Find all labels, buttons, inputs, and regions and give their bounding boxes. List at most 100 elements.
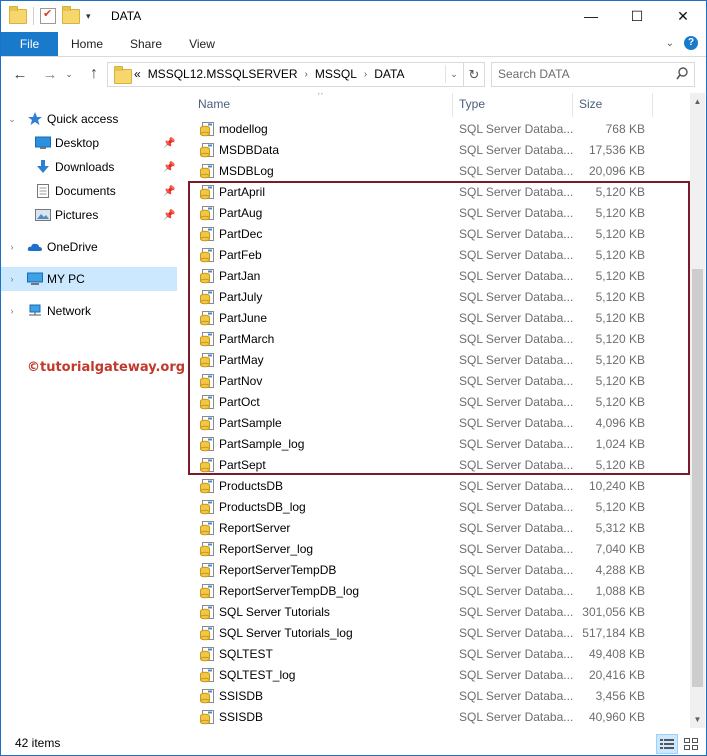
network-icon (29, 304, 41, 316)
table-row[interactable]: PartOct SQL Server Databa... 5,120 KB (184, 392, 689, 413)
nav-item-documents[interactable]: Documents 📌 (1, 179, 177, 203)
table-row[interactable]: SQL Server Tutorials_log SQL Server Datab… (184, 623, 689, 644)
table-row[interactable]: ReportServerTempDB_log SQL Server Databa.… (184, 581, 689, 602)
nav-item-onedrive[interactable]: › OneDrive (1, 235, 177, 259)
table-row[interactable]: ReportServerTempDB SQL Server Databa... 4,… (184, 560, 689, 581)
customize-toolbar-dropdown[interactable]: ▾ (86, 11, 91, 22)
file-name: MSDBLog (219, 164, 274, 178)
scroll-up-icon[interactable]: ▲ (690, 93, 705, 110)
table-row[interactable]: PartFeb SQL Server Databa... 5,120 KB (184, 245, 689, 266)
breadcrumb-item[interactable]: MSSQL12.MSSQLSERVER (148, 67, 298, 81)
table-row[interactable]: PartSample SQL Server Databa... 4,096 KB (184, 413, 689, 434)
pin-icon[interactable]: 📌 (163, 186, 175, 197)
minimize-button[interactable]: — (568, 1, 614, 31)
database-file-icon (200, 437, 214, 452)
recent-locations-dropdown[interactable]: ⌄ (63, 63, 75, 85)
file-type: SQL Server Databa... (459, 122, 574, 136)
tab-file[interactable]: File (1, 32, 58, 56)
column-header-name[interactable]: Name (198, 93, 230, 115)
breadcrumb-overflow[interactable]: « (134, 67, 141, 81)
maximize-button[interactable]: ☐ (614, 1, 660, 31)
table-row[interactable]: PartJuly SQL Server Databa... 5,120 KB (184, 287, 689, 308)
scroll-thumb[interactable] (692, 269, 703, 687)
table-row[interactable]: ReportServer_log SQL Server Databa... 7,04… (184, 539, 689, 560)
large-icons-view-button[interactable] (680, 734, 702, 754)
tab-share[interactable]: Share (119, 32, 173, 56)
table-row[interactable]: PartNov SQL Server Databa... 5,120 KB (184, 371, 689, 392)
nav-item-label: Documents (55, 184, 116, 198)
chevron-right-icon[interactable]: › (305, 69, 308, 80)
breadcrumb-item[interactable]: DATA (374, 67, 404, 81)
pin-icon[interactable]: 📌 (163, 162, 175, 173)
scroll-down-icon[interactable]: ▼ (690, 711, 705, 728)
help-icon[interactable]: ? (684, 36, 698, 50)
back-button[interactable]: ← (9, 63, 31, 85)
file-type: SQL Server Databa... (459, 710, 574, 724)
tab-view[interactable]: View (179, 32, 225, 56)
column-divider[interactable] (452, 93, 453, 117)
table-row[interactable]: ReportServer SQL Server Databa... 5,312 KB (184, 518, 689, 539)
chevron-right-icon[interactable]: › (364, 69, 367, 80)
table-row[interactable]: PartJune SQL Server Databa... 5,120 KB (184, 308, 689, 329)
file-type: SQL Server Databa... (459, 332, 574, 346)
table-row[interactable]: PartDec SQL Server Databa... 5,120 KB (184, 224, 689, 245)
database-file-icon (200, 479, 214, 494)
nav-item-my-pc[interactable]: › MY PC (1, 267, 177, 291)
nav-item-downloads[interactable]: Downloads 📌 (1, 155, 177, 179)
address-bar[interactable]: « MSSQL12.MSSQLSERVER › MSSQL › DATA ⌄ (107, 62, 483, 87)
database-file-icon (200, 269, 214, 284)
database-file-icon (200, 584, 214, 599)
vertical-scrollbar[interactable]: ▲ ▼ (690, 93, 705, 728)
refresh-button[interactable]: ↻ (463, 62, 485, 87)
table-row[interactable]: SQLTEST_log SQL Server Databa... 20,416 KB (184, 665, 689, 686)
table-row[interactable]: SQL Server Tutorials SQL Server Databa...… (184, 602, 689, 623)
tab-home[interactable]: Home (61, 32, 113, 56)
breadcrumb-item[interactable]: MSSQL (315, 67, 357, 81)
new-folder-icon[interactable] (62, 5, 80, 24)
details-view-button[interactable] (656, 734, 678, 754)
table-row[interactable]: MSDBLog SQL Server Databa... 20,096 KB (184, 161, 689, 182)
search-input[interactable] (498, 66, 662, 82)
nav-item-pictures[interactable]: Pictures 📌 (1, 203, 177, 227)
file-size: 20,416 KB (588, 668, 645, 682)
pin-icon[interactable]: 📌 (163, 138, 175, 149)
collapsed-chevron-icon[interactable]: › (7, 274, 17, 284)
nav-item-desktop[interactable]: Desktop 📌 (1, 131, 177, 155)
forward-button[interactable]: → (39, 63, 61, 85)
up-button[interactable]: ↑ (83, 63, 105, 85)
column-header-type[interactable]: Type (459, 93, 485, 115)
table-row[interactable]: SQLTEST SQL Server Databa... 49,408 KB (184, 644, 689, 665)
table-row[interactable]: SSISDB SQL Server Databa... 40,960 KB (184, 707, 689, 728)
database-file-icon (200, 626, 214, 641)
table-row[interactable]: SSISDB SQL Server Databa... 3,456 KB (184, 686, 689, 707)
collapsed-chevron-icon[interactable]: › (7, 306, 17, 316)
pin-icon[interactable]: 📌 (163, 210, 175, 221)
table-row[interactable]: PartApril SQL Server Databa... 5,120 KB (184, 182, 689, 203)
search-icon[interactable] (676, 66, 688, 82)
table-row[interactable]: PartJan SQL Server Databa... 5,120 KB (184, 266, 689, 287)
picture-icon (35, 209, 51, 221)
table-row[interactable]: PartAug SQL Server Databa... 5,120 KB (184, 203, 689, 224)
table-row[interactable]: PartMarch SQL Server Databa... 5,120 KB (184, 329, 689, 350)
properties-icon[interactable] (40, 7, 56, 24)
expanded-chevron-icon[interactable]: ⌄ (7, 114, 17, 125)
table-row[interactable]: ProductsDB SQL Server Databa... 10,240 KB (184, 476, 689, 497)
address-history-dropdown[interactable]: ⌄ (445, 65, 462, 83)
table-row[interactable]: PartSample_log SQL Server Databa... 1,024 … (184, 434, 689, 455)
close-button[interactable]: ✕ (660, 1, 706, 31)
file-type: SQL Server Databa... (459, 416, 574, 430)
nav-item-quick-access[interactable]: ⌄ Quick access (1, 107, 177, 131)
table-row[interactable]: MSDBData SQL Server Databa... 17,536 KB (184, 140, 689, 161)
expand-ribbon-chevron-icon[interactable]: ⌄ (666, 38, 674, 49)
collapsed-chevron-icon[interactable]: › (7, 242, 17, 252)
download-icon (37, 160, 49, 173)
table-row[interactable]: modellog SQL Server Databa... 768 KB (184, 119, 689, 140)
nav-item-network[interactable]: › Network (1, 299, 177, 323)
table-row[interactable]: ProductsDB_log SQL Server Databa... 5,120 … (184, 497, 689, 518)
table-row[interactable]: PartMay SQL Server Databa... 5,120 KB (184, 350, 689, 371)
column-divider[interactable] (652, 93, 653, 117)
table-row[interactable]: PartSept SQL Server Databa... 5,120 KB (184, 455, 689, 476)
column-header-size[interactable]: Size (579, 93, 602, 115)
column-divider[interactable] (572, 93, 573, 117)
file-type: SQL Server Databa... (459, 479, 574, 493)
